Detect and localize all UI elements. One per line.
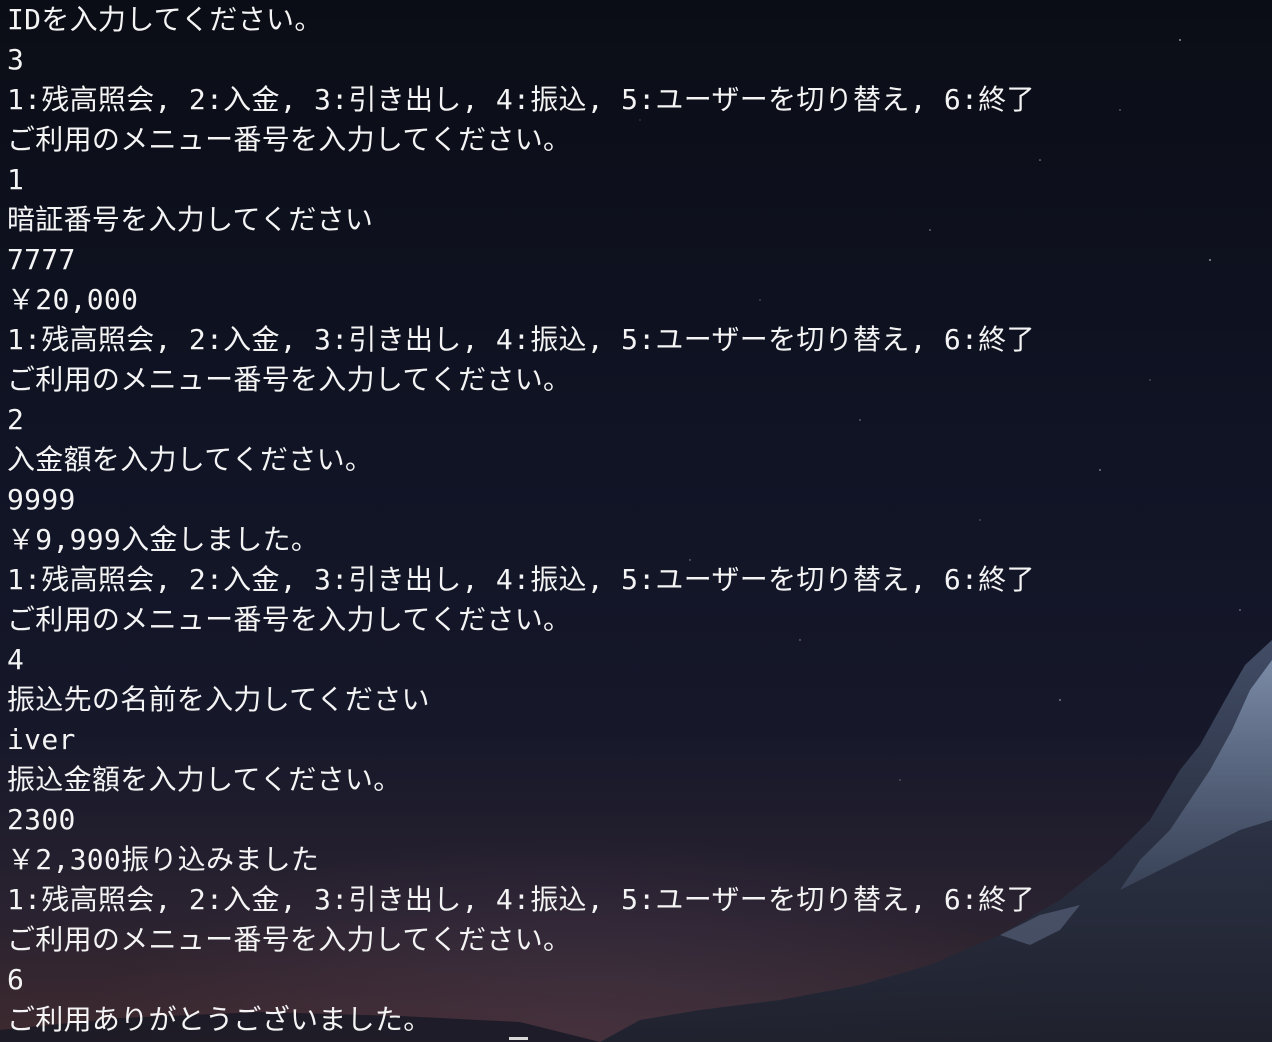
menu-options-line: 1:残高照会, 2:入金, 3:引き出し, 4:振込, 5:ユーザーを切り替え,… [7,883,1035,916]
menu-prompt-line: ご利用のメニュー番号を入力してください。 [7,363,572,396]
menu-prompt-line: ご利用のメニュー番号を入力してください。 [7,603,572,636]
balance-line: ￥20,000 [7,283,139,316]
transfer-result-line: ￥2,300振り込みました [7,843,320,876]
input-line: 1 [7,163,25,196]
menu-options-line: 1:残高照会, 2:入金, 3:引き出し, 4:振込, 5:ユーザーを切り替え,… [7,323,1035,356]
menu-prompt-line: ご利用のメニュー番号を入力してください。 [7,123,572,156]
farewell-line: ご利用ありがとうございました。 [7,1003,432,1036]
input-line: 4 [7,643,25,676]
output-line: 振込金額を入力してください。 [7,763,402,796]
deposit-result-line: ￥9,999入金しました。 [7,523,320,556]
output-line: 暗証番号を入力してください [7,203,374,236]
menu-options-line: 1:残高照会, 2:入金, 3:引き出し, 4:振込, 5:ユーザーを切り替え,… [7,563,1035,596]
output-line: IDを入力してください。 [7,3,323,36]
input-line: 3 [7,43,25,76]
terminal-output: IDを入力してください。 3 1:残高照会, 2:入金, 3:引き出し, 4:振… [7,0,1267,1040]
text-cursor[interactable] [509,1037,528,1040]
menu-options-line: 1:残高照会, 2:入金, 3:引き出し, 4:振込, 5:ユーザーを切り替え,… [7,83,1035,116]
input-line: 2300 [7,803,76,836]
input-line: 2 [7,403,25,436]
input-line: 7777 [7,243,76,276]
menu-prompt-line: ご利用のメニュー番号を入力してください。 [7,923,572,956]
input-line: 9999 [7,483,76,516]
output-line: 振込先の名前を入力してください [7,683,430,716]
input-line: 6 [7,963,25,996]
output-line: 入金額を入力してください。 [7,443,374,476]
input-line: iver [7,723,76,756]
